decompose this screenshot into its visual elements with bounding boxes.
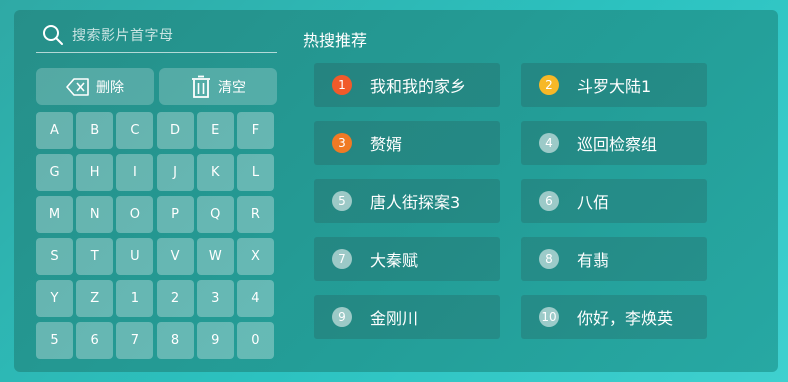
key-9[interactable]: 9 <box>196 322 234 359</box>
hot-item[interactable]: 3 赘婿 <box>314 121 500 165</box>
hot-item-title: 我和我的家乡 <box>370 77 467 96</box>
key-t[interactable]: T <box>76 238 114 275</box>
key-e[interactable]: E <box>196 112 234 149</box>
rank-badge: 9 <box>332 307 352 327</box>
letter-keyboard: A B C D E F G H I J K L M N O P Q R S T … <box>36 112 276 359</box>
key-z[interactable]: Z <box>76 280 114 317</box>
hot-item[interactable]: 5 唐人街探案3 <box>314 179 500 223</box>
key-y[interactable]: Y <box>36 280 73 317</box>
key-r[interactable]: R <box>236 196 274 233</box>
key-g[interactable]: G <box>36 154 73 191</box>
clear-label: 清空 <box>218 79 246 96</box>
hot-item[interactable]: 10 你好，李焕英 <box>521 295 707 339</box>
search-icon <box>42 24 64 46</box>
rank-badge: 3 <box>332 133 352 153</box>
rank-badge: 1 <box>332 75 352 95</box>
search-input[interactable]: 搜索影片首字母 <box>72 25 174 45</box>
hot-item-title: 斗罗大陆1 <box>577 77 652 96</box>
key-m[interactable]: M <box>36 196 73 233</box>
delete-label: 删除 <box>96 79 124 96</box>
key-d[interactable]: D <box>156 112 194 149</box>
key-5[interactable]: 5 <box>36 322 73 359</box>
key-s[interactable]: S <box>36 238 73 275</box>
hot-item[interactable]: 1 我和我的家乡 <box>314 63 500 107</box>
rank-badge: 2 <box>539 75 559 95</box>
hot-item-title: 赘婿 <box>370 135 403 154</box>
key-k[interactable]: K <box>196 154 234 191</box>
key-o[interactable]: O <box>116 196 154 233</box>
key-w[interactable]: W <box>196 238 234 275</box>
hot-item-title: 巡回检察组 <box>577 135 658 154</box>
hot-item[interactable]: 6 八佰 <box>521 179 707 223</box>
rank-badge: 8 <box>539 249 559 269</box>
hot-search-title: 热搜推荐 <box>303 31 368 50</box>
key-0[interactable]: 0 <box>236 322 274 359</box>
key-3[interactable]: 3 <box>196 280 234 317</box>
key-6[interactable]: 6 <box>76 322 114 359</box>
hot-item[interactable]: 4 巡回检察组 <box>521 121 707 165</box>
rank-badge: 10 <box>539 307 559 327</box>
key-j[interactable]: J <box>156 154 194 191</box>
hot-item[interactable]: 2 斗罗大陆1 <box>521 63 707 107</box>
key-v[interactable]: V <box>156 238 194 275</box>
hot-item[interactable]: 8 有翡 <box>521 237 707 281</box>
key-q[interactable]: Q <box>196 196 234 233</box>
clear-button[interactable]: 清空 <box>159 68 277 105</box>
hot-item-title: 大秦赋 <box>370 251 419 270</box>
rank-badge: 4 <box>539 133 559 153</box>
delete-button[interactable]: 删除 <box>36 68 154 105</box>
backspace-icon <box>66 77 89 96</box>
key-u[interactable]: U <box>116 238 154 275</box>
key-x[interactable]: X <box>236 238 274 275</box>
key-n[interactable]: N <box>76 196 114 233</box>
key-8[interactable]: 8 <box>156 322 194 359</box>
key-a[interactable]: A <box>36 112 73 149</box>
hot-item-title: 金刚川 <box>370 309 419 328</box>
hot-item[interactable]: 7 大秦赋 <box>314 237 500 281</box>
hot-item-title: 唐人街探案3 <box>370 193 461 212</box>
key-i[interactable]: I <box>116 154 154 191</box>
key-4[interactable]: 4 <box>236 280 274 317</box>
rank-badge: 6 <box>539 191 559 211</box>
hot-item-title: 你好，李焕英 <box>577 309 674 328</box>
key-7[interactable]: 7 <box>116 322 154 359</box>
key-l[interactable]: L <box>236 154 274 191</box>
key-f[interactable]: F <box>236 112 274 149</box>
rank-badge: 5 <box>332 191 352 211</box>
hot-item-title: 有翡 <box>577 251 610 270</box>
key-h[interactable]: H <box>76 154 114 191</box>
key-2[interactable]: 2 <box>156 280 194 317</box>
rank-badge: 7 <box>332 249 352 269</box>
hot-item[interactable]: 9 金刚川 <box>314 295 500 339</box>
trash-icon <box>192 75 210 98</box>
key-b[interactable]: B <box>76 112 114 149</box>
key-1[interactable]: 1 <box>116 280 154 317</box>
search-bar[interactable]: 搜索影片首字母 <box>36 18 277 53</box>
key-p[interactable]: P <box>156 196 194 233</box>
hot-item-title: 八佰 <box>577 193 610 212</box>
key-c[interactable]: C <box>116 112 154 149</box>
